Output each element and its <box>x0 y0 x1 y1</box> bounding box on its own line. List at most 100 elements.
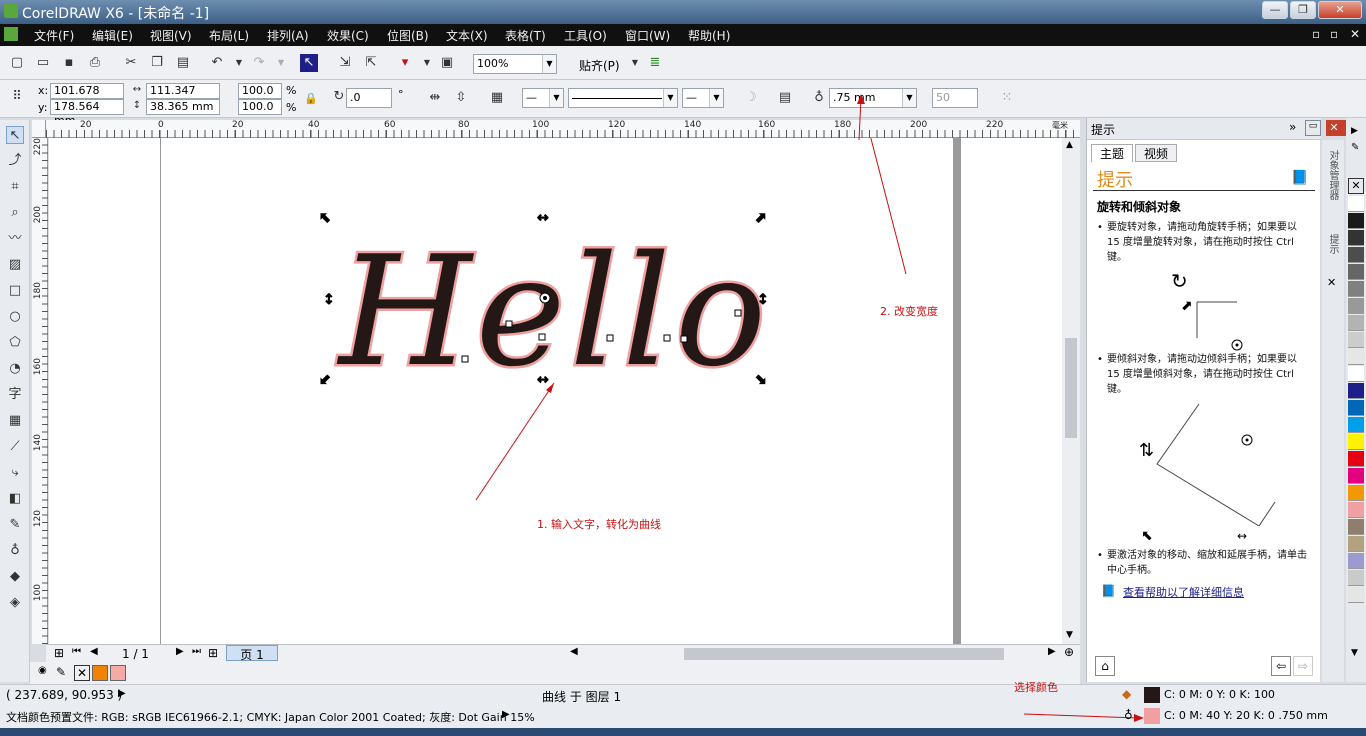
y-position-field[interactable]: 178.564 mm <box>50 99 124 127</box>
doc-swatch-pink[interactable] <box>110 665 126 681</box>
crop-tool-icon[interactable]: ⌗ <box>6 178 24 196</box>
palette-swatch[interactable] <box>1348 196 1364 212</box>
lock-ratio-icon[interactable]: 🔒 <box>302 90 320 108</box>
palette-swatch[interactable] <box>1348 485 1364 501</box>
skew-handle-left[interactable]: ↕ <box>323 292 336 309</box>
save-icon[interactable]: ▪ <box>60 54 78 72</box>
last-page-icon[interactable]: ⏭ <box>192 646 201 657</box>
palette-swatch[interactable] <box>1348 230 1364 246</box>
freehand-tool-icon[interactable]: 〰 <box>6 230 24 248</box>
hscroll-left-icon[interactable]: ◀ <box>570 646 578 657</box>
close-button[interactable]: ✕ <box>1318 1 1362 19</box>
skew-handle-top[interactable]: ↔ <box>537 210 550 227</box>
connector-tool-icon[interactable]: ⤷ <box>6 464 24 482</box>
fill-color-swatch[interactable] <box>1144 687 1160 703</box>
end-arrow-select[interactable]: — ▼ <box>682 88 724 108</box>
close-curve-icon[interactable]: ☽ <box>742 89 760 107</box>
hscroll-right-icon[interactable]: ▶ <box>1048 646 1056 657</box>
wrap-text-icon[interactable]: ▦ <box>488 89 506 107</box>
paste-icon[interactable]: ▤ <box>174 54 192 72</box>
help-link[interactable]: 查看帮助以了解详细信息 <box>1123 584 1244 600</box>
palette-swatch[interactable] <box>1348 570 1364 586</box>
vertical-ruler[interactable]: 220 200 180 160 140 120 100 <box>32 138 48 644</box>
maximize-button[interactable]: ❐ <box>1290 1 1316 19</box>
zoom-tool-icon[interactable]: ⌕ <box>6 204 24 222</box>
add-page-end-icon[interactable]: ⊞ <box>208 646 218 660</box>
menu-tools[interactable]: 工具(O) <box>564 27 607 44</box>
convert-outline-icon[interactable]: ⁙ <box>998 89 1016 107</box>
hscroll-thumb[interactable] <box>684 648 1004 660</box>
vtab-object-manager[interactable]: 对象管理器 <box>1325 150 1340 200</box>
rotate-handle-tl[interactable]: ⬉ <box>319 210 332 227</box>
palette-swatch[interactable] <box>1348 434 1364 450</box>
palette-swatch[interactable] <box>1348 349 1364 365</box>
vertical-scrollbar[interactable]: ▲ ▼ <box>1062 138 1080 644</box>
outline-tool-icon[interactable]: ♁ <box>6 542 24 560</box>
start-arrow-select[interactable]: — ▼ <box>522 88 564 108</box>
blend-tool-icon[interactable]: ◧ <box>6 490 24 508</box>
options-icon[interactable]: ≣ <box>646 54 664 72</box>
docker-close-icon[interactable]: ✕ <box>1326 120 1342 136</box>
outline-color-swatch[interactable] <box>1144 708 1160 724</box>
menu-view[interactable]: 视图(V) <box>150 27 192 44</box>
menu-layout[interactable]: 布局(L) <box>209 27 249 44</box>
pick-tool-icon[interactable]: ↖ <box>6 126 24 144</box>
palette-swatch[interactable] <box>1348 281 1364 297</box>
palette-swatch[interactable] <box>1348 502 1364 518</box>
miter-limit-field[interactable]: 50 <box>932 88 978 108</box>
menu-help[interactable]: 帮助(H) <box>688 27 730 44</box>
doc-swatch-orange[interactable] <box>92 665 108 681</box>
launcher-dropdown-icon[interactable]: ▼ <box>418 54 436 72</box>
next-page-icon[interactable]: ▶ <box>176 646 184 657</box>
palette-swatch[interactable] <box>1348 315 1364 331</box>
doc-close-button[interactable]: ✕ <box>1350 27 1360 41</box>
line-style-select[interactable]: ▼ <box>568 88 678 108</box>
menu-arrange[interactable]: 排列(A) <box>267 27 309 44</box>
menu-effects[interactable]: 效果(C) <box>327 27 369 44</box>
vtab-hints[interactable]: 提示 <box>1325 234 1340 254</box>
mirror-horizontal-icon[interactable]: ⇹ <box>426 89 444 107</box>
no-fill-swatch[interactable]: ✕ <box>1348 178 1364 194</box>
text-tool-icon[interactable]: 字 <box>6 386 24 404</box>
palette-swatch[interactable] <box>1348 468 1364 484</box>
no-color-swatch[interactable]: ✕ <box>74 665 90 681</box>
open-folder-icon[interactable]: ▭ <box>34 54 52 72</box>
copy-icon[interactable]: ❐ <box>148 54 166 72</box>
palette-swatch[interactable] <box>1348 213 1364 229</box>
height-field[interactable]: 38.365 mm <box>146 99 220 115</box>
add-page-icon[interactable]: ⊞ <box>54 646 64 660</box>
import-icon[interactable]: ⇲ <box>336 54 354 72</box>
polygon-tool-icon[interactable]: ⬠ <box>6 334 24 352</box>
palette-swatch[interactable] <box>1348 247 1364 263</box>
minimize-button[interactable]: — <box>1262 1 1288 19</box>
eyedropper-icon[interactable]: ✎ <box>56 665 66 679</box>
palette-swatch[interactable] <box>1348 332 1364 348</box>
publish-pdf-icon[interactable]: ▾ <box>396 54 414 72</box>
skew-handle-right[interactable]: ↕ <box>757 292 770 309</box>
tab-topic[interactable]: 主题 <box>1091 144 1133 162</box>
palette-swatch[interactable] <box>1348 400 1364 416</box>
palette-swatch[interactable] <box>1348 298 1364 314</box>
smart-fill-icon[interactable]: ▨ <box>6 256 24 274</box>
tab-video[interactable]: 视频 <box>1135 144 1177 162</box>
hello-artwork[interactable]: Hello ⬉ ↔ ⬈ ↕ ↕ ⬋ ↔ ⬊ <box>49 138 1062 644</box>
palette-swatch[interactable] <box>1348 587 1364 603</box>
ellipse-tool-icon[interactable]: ○ <box>6 308 24 326</box>
search-content-icon[interactable]: ↖ <box>300 54 318 72</box>
eyedropper-tool-icon[interactable]: ✎ <box>6 516 24 534</box>
undo-icon[interactable]: ↶ <box>208 54 226 72</box>
export-icon[interactable]: ⇱ <box>362 54 380 72</box>
horizontal-ruler[interactable]: 20 0 20 40 60 80 100 120 140 160 180 200… <box>46 120 1080 138</box>
forward-icon[interactable]: ⇨ <box>1293 656 1313 676</box>
rotate-handle-br[interactable]: ⬊ <box>755 372 768 389</box>
palette-swatch[interactable] <box>1348 366 1364 382</box>
basic-shapes-icon[interactable]: ◔ <box>6 360 24 378</box>
palette-options-icon[interactable]: ◉ <box>38 665 47 676</box>
palette-swatch[interactable] <box>1348 417 1364 433</box>
vtab-close-icon[interactable]: ✕ <box>1327 276 1336 289</box>
coords-expand-icon[interactable]: ▶ <box>118 688 126 699</box>
palette-swatch[interactable] <box>1348 536 1364 552</box>
full-screen-icon[interactable]: ▣ <box>438 54 456 72</box>
menu-window[interactable]: 窗口(W) <box>625 27 670 44</box>
new-document-icon[interactable]: ▢ <box>8 54 26 72</box>
